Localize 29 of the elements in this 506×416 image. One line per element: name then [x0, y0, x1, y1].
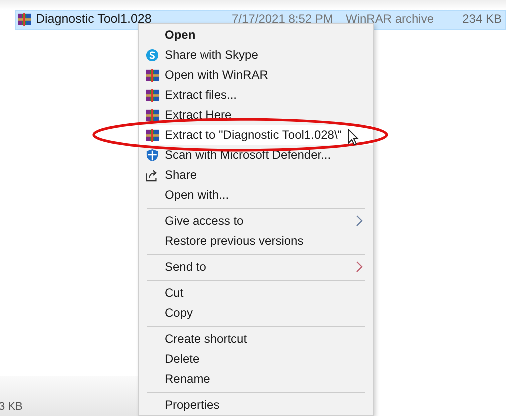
file-name: Diagnostic Tool1.028	[36, 12, 153, 26]
file-type: WinRAR archive	[346, 12, 436, 26]
books-icon	[18, 13, 31, 26]
books-icon	[146, 128, 158, 142]
menu-item[interactable]: Scan with Microsoft Defender...	[139, 145, 373, 165]
menu-item[interactable]: Delete	[139, 349, 373, 369]
menu-item[interactable]: Share	[139, 165, 373, 185]
books-icon	[146, 108, 158, 122]
skype-icon	[146, 48, 158, 62]
books-icon	[146, 88, 158, 102]
menu-item[interactable]: Give access to	[139, 211, 373, 231]
menu-item[interactable]: Open with WinRAR	[139, 65, 373, 85]
menu-item[interactable]: Extract files...	[139, 85, 373, 105]
menu-item[interactable]: Restore previous versions	[139, 231, 373, 251]
menu-item[interactable]: Open with...	[139, 185, 373, 205]
shield-icon	[146, 148, 158, 162]
menu-item[interactable]: Copy	[139, 303, 373, 323]
file-size: 234 KB	[462, 12, 503, 26]
menu-item[interactable]: Extract to "Diagnostic Tool1.028\"	[139, 125, 373, 145]
menu-item[interactable]: Properties	[139, 395, 373, 415]
menu-item[interactable]: Cut	[139, 283, 373, 303]
books-icon	[146, 68, 158, 82]
menu-item[interactable]: Rename	[139, 369, 373, 389]
menu-item[interactable]: Send to	[139, 257, 373, 277]
menu-item[interactable]: Share with Skype	[139, 45, 373, 65]
menu-item[interactable]: Create shortcut	[139, 329, 373, 349]
share-icon	[146, 168, 158, 182]
file-date: 7/17/2021 8:52 PM	[232, 12, 334, 26]
cursor-icon	[348, 129, 359, 146]
